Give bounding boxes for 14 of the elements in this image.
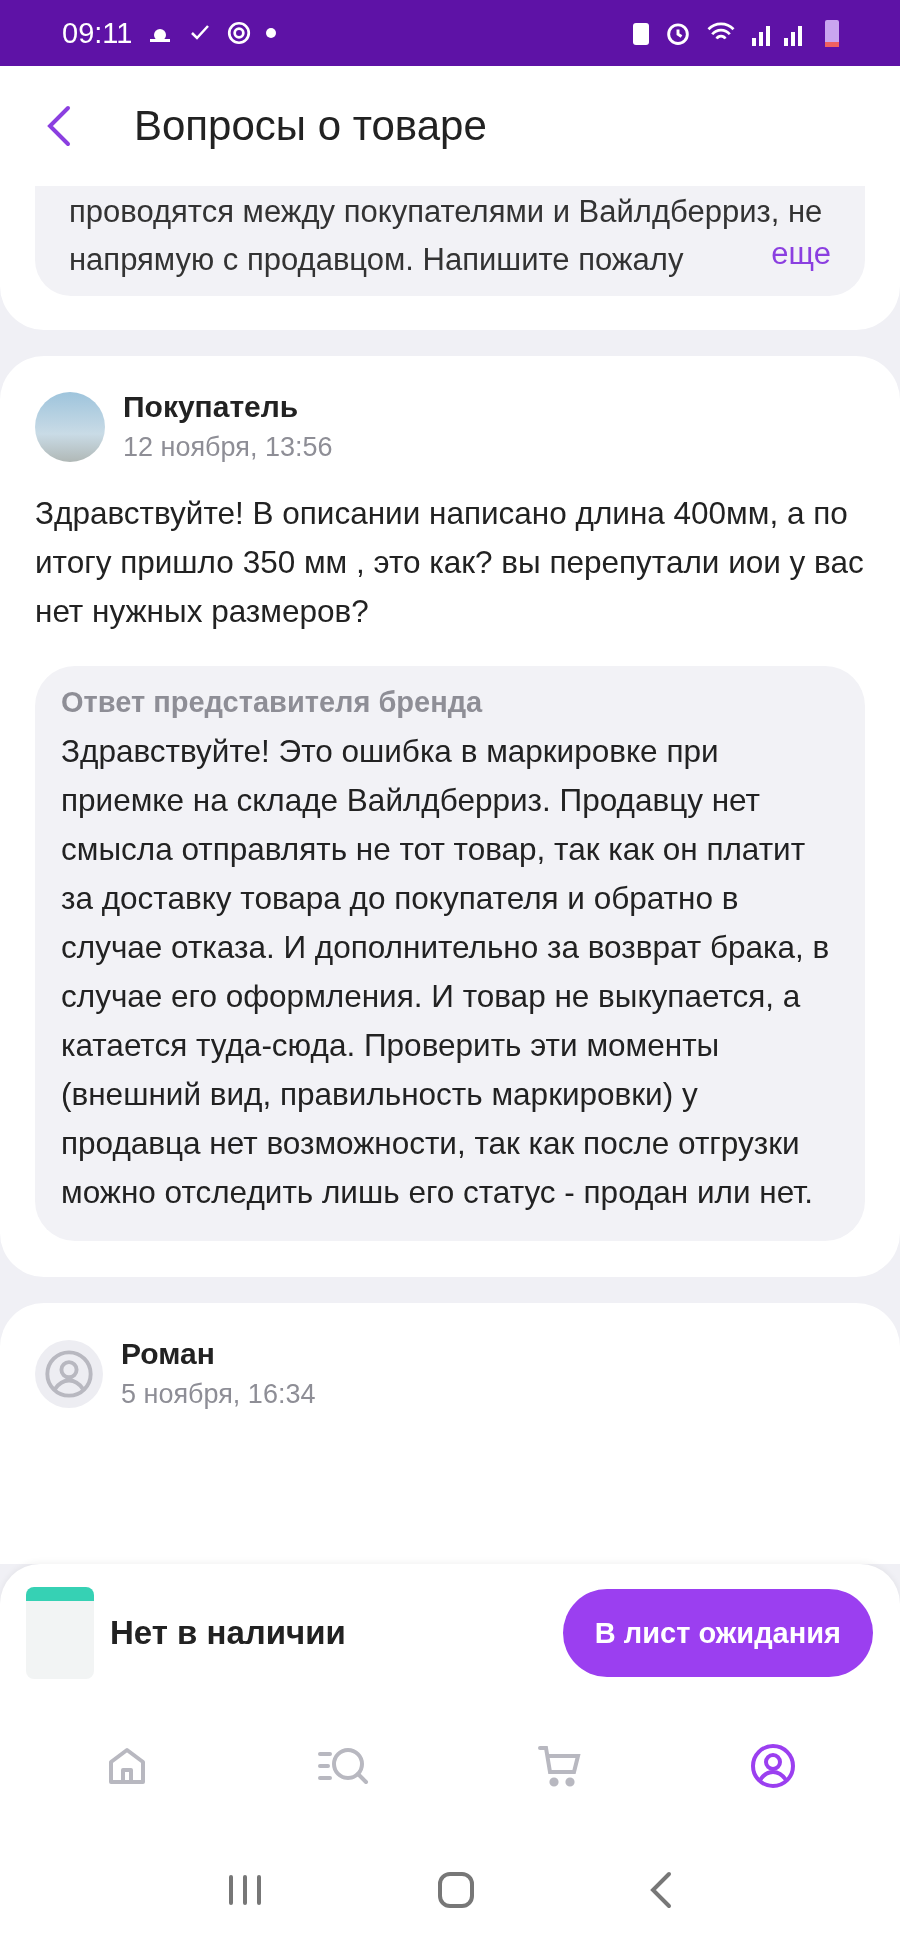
- author-name: Роман: [121, 1337, 216, 1371]
- question-date: 5 ноября, 16:34: [121, 1379, 316, 1410]
- answer-title: Ответ представителя бренда: [61, 686, 484, 719]
- author-name: Покупатель: [123, 390, 300, 424]
- dot-icon: [266, 28, 277, 38]
- answer-text: Здравствуйте! Это ошибка в маркировке при приемке на складе Вайлдберриз. Продавцу нет смысла отправлять не тот товар, так как он платит за доставку товара до покупателя и обратно в случае отказа. И дополнительно за возврат брака, в случае его оформления. И товар не выкупается, а катается туда-сюда. Проверить эти моменты (внешний вид, правильность маркировки) у продавца нет возможности, так как после отгрузки можно отследить лишь его статус - продан или нет.: [61, 732, 831, 1212]
- question-text: Здравствуйте! В описании написано длина 400мм, а по итогу пришло 350 мм , это как? вы перепутали иои у вас нет нужных размеров?: [35, 494, 865, 631]
- waitlist-button[interactable]: В лист ожидания: [562, 1589, 873, 1677]
- notice-text: проводятся между покупателями и Вайлдберриз, не напрямую с продавцом. Напишите пожалу еще: [35, 186, 865, 296]
- question-date: 12 ноября, 13:56: [123, 432, 333, 463]
- page-title: Вопросы о товаре: [134, 102, 487, 150]
- battery-icon: [824, 18, 840, 48]
- status-time: 09:11: [62, 16, 133, 50]
- availability-status: Нет в наличии: [110, 1614, 347, 1652]
